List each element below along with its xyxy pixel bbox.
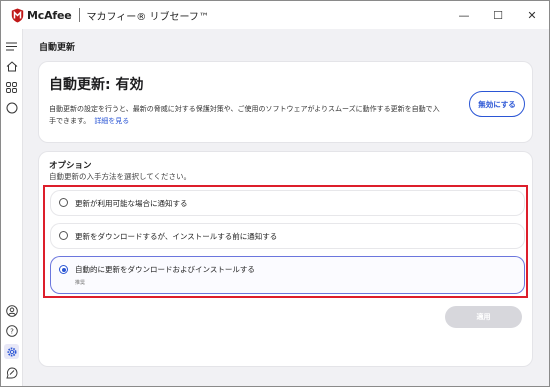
menu-icon[interactable] (4, 39, 19, 54)
options-subtitle: 自動更新の入手方法を選択してください。 (49, 172, 192, 181)
options-title: オプション (49, 161, 92, 171)
brand-divider (78, 8, 80, 22)
title-bar: McAfee マカフィー® リブセーフ™ — ☐ ✕ (1, 1, 549, 29)
sidebar: ? (1, 29, 23, 386)
options-card: オプション 自動更新の入手方法を選択してください。 更新が利用可能な場合に通知す… (39, 152, 532, 366)
window-controls: — ☐ ✕ (447, 1, 549, 29)
brand-name: McAfee (27, 8, 72, 22)
apply-button[interactable]: 適用 (445, 306, 522, 328)
radio-button[interactable] (59, 198, 68, 207)
settings-icon[interactable] (4, 344, 19, 359)
page-title: 自動更新 (39, 43, 76, 53)
main-content: 自動更新 自動更新: 有効 自動更新の設定を行うと、最新の脅威に対する保護対策や… (24, 29, 549, 386)
minimize-button[interactable]: — (447, 1, 481, 29)
option-label: 更新が利用可能な場合に通知する (75, 199, 188, 208)
disable-button[interactable]: 無効にする (469, 91, 525, 117)
radio-button[interactable] (59, 231, 68, 240)
option-notify-available[interactable]: 更新が利用可能な場合に通知する (51, 191, 524, 215)
product-name: マカフィー® リブセーフ™ (86, 11, 209, 23)
status-title: 自動更新: 有効 (49, 77, 144, 93)
mcafee-logo-icon (11, 8, 24, 22)
feedback-icon[interactable] (4, 365, 19, 380)
help-icon[interactable]: ? (4, 323, 19, 338)
radio-button-selected[interactable] (59, 265, 68, 274)
account-icon[interactable] (4, 303, 19, 318)
maximize-button[interactable]: ☐ (481, 1, 515, 29)
circle-icon[interactable] (4, 100, 19, 115)
status-card: 自動更新: 有効 自動更新の設定を行うと、最新の脅威に対する保護対策や、ご使用の… (39, 62, 532, 142)
svg-text:?: ? (10, 327, 14, 335)
learn-more-link[interactable]: 詳細を見る (94, 117, 129, 125)
home-icon[interactable] (4, 59, 19, 74)
option-label: 更新をダウンロードするが、インストールする前に通知する (75, 232, 278, 241)
brand: McAfee マカフィー® リブセーフ™ (11, 8, 209, 23)
option-download-notify-install[interactable]: 更新をダウンロードするが、インストールする前に通知する (51, 224, 524, 248)
apps-grid-icon[interactable] (4, 80, 19, 95)
option-auto-download-install[interactable]: 自動的に更新をダウンロードおよびインストールする 推奨 (51, 257, 524, 293)
close-button[interactable]: ✕ (515, 1, 549, 29)
radio-selected-dot (61, 267, 66, 272)
status-description: 自動更新の設定を行うと、最新の脅威に対する保護対策や、ご使用のソフトウェアがより… (49, 103, 444, 127)
recommended-note: 推奨 (75, 280, 86, 286)
app-window: McAfee マカフィー® リブセーフ™ — ☐ ✕ ? 自動更新 自動更新: … (0, 0, 550, 387)
option-label: 自動的に更新をダウンロードおよびインストールする (75, 265, 255, 274)
